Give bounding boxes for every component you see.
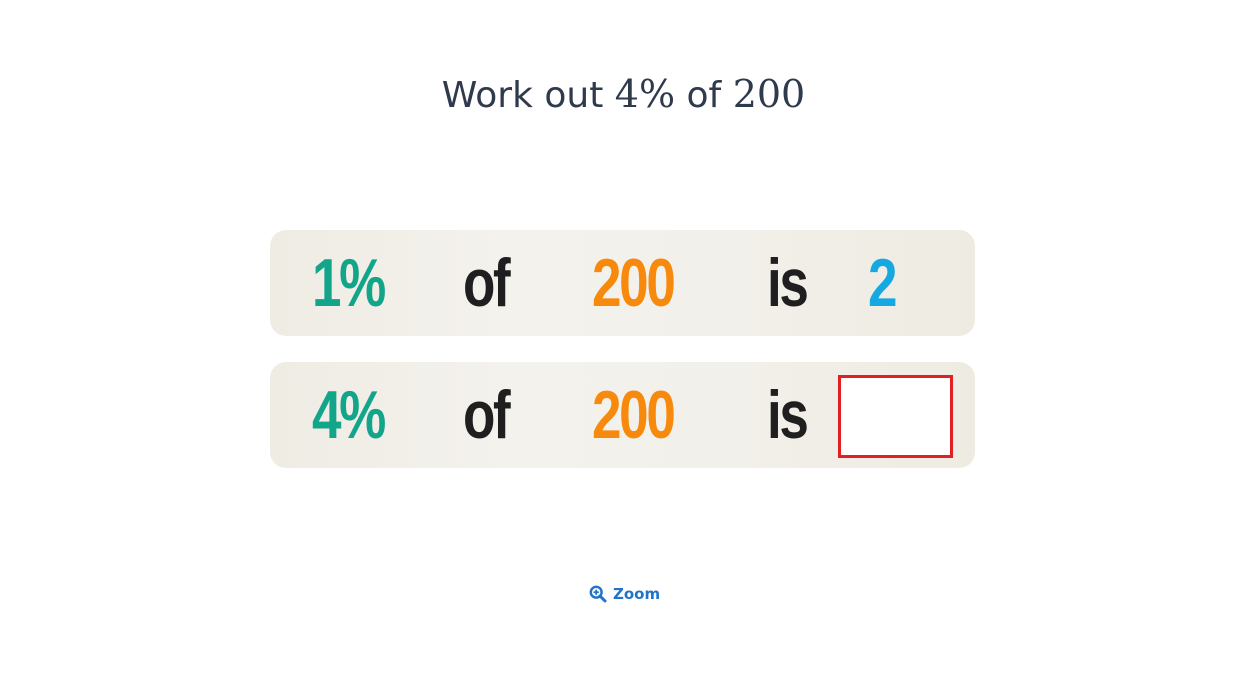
row-of-word: of [463, 245, 511, 321]
row-number: 200 [592, 245, 676, 321]
row-number: 200 [592, 377, 676, 453]
question-number: 200 [732, 72, 806, 116]
question-percent: 4% [614, 72, 676, 116]
zoom-in-icon [589, 585, 607, 603]
question-of: of [686, 75, 722, 116]
row-of-word: of [463, 377, 511, 453]
row-is-word: is [767, 245, 809, 321]
row-result: 2 [868, 245, 897, 321]
row-is-word: is [767, 377, 809, 453]
row-percent: 1% [312, 245, 386, 321]
question-row: 4% of 200 is [270, 362, 975, 468]
row-percent: 4% [312, 377, 386, 453]
question-prefix: Work out [441, 75, 604, 116]
zoom-button[interactable]: Zoom [589, 582, 660, 606]
answer-box [838, 375, 953, 458]
question-title: Work out 4% of 200 [0, 70, 1247, 120]
zoom-label: Zoom [613, 585, 661, 603]
percentage-figure: 1% of 200 is 2 4% of 200 is [270, 230, 975, 468]
known-fact-row: 1% of 200 is 2 [270, 230, 975, 336]
